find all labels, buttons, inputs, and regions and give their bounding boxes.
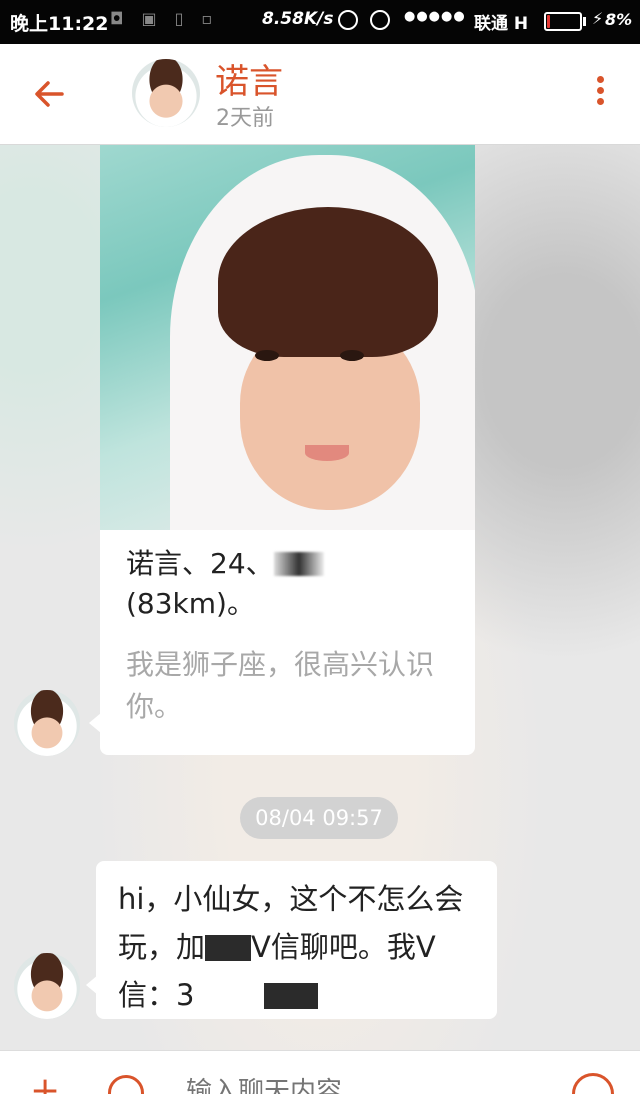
profile-card[interactable]: 诺言、24、 (83km)。 我是狮子座，很高兴认识你。 [100,530,475,755]
battery-tip [583,17,586,26]
message-input[interactable] [186,1077,526,1094]
battery-level [547,15,550,28]
alarm-clock-icon [370,10,390,30]
signal-icon: ●●●●● [404,9,466,24]
sender-avatar[interactable] [14,953,80,1019]
carrier-label: 联通 H [474,14,529,34]
message-bubble[interactable]: hi，小仙女，这个不怎么会玩，加 V信聊吧。我V信：3 [96,861,497,1019]
contact-avatar[interactable] [132,59,200,127]
network-speed: 8.58K/s [262,9,334,29]
alarm-sync-icon [338,10,358,30]
contact-name[interactable]: 诺言 [215,54,283,103]
redacted-text [205,935,252,961]
message-timestamp: 08/04 09:57 [240,797,398,839]
battery-percent: 8% [605,10,633,29]
chat-header: 诺言 2天前 [0,44,640,145]
back-arrow-icon[interactable] [30,74,70,114]
bubble-tail [89,713,101,733]
profile-info: 诺言、24、 (83km)。 [126,544,449,624]
last-seen-status: 2天前 [216,106,274,131]
bubble-tail [86,975,98,995]
charging-icon: ⚡ [592,9,604,28]
voice-icon[interactable] [572,1073,614,1094]
plus-icon[interactable]: + [30,1073,60,1094]
emoji-icon[interactable] [108,1075,144,1094]
notification-icons: ◘▣▯▫ [110,9,231,28]
battery-icon [544,12,582,31]
sender-avatar[interactable] [14,690,80,756]
chat-area[interactable]: 诺言、24、 (83km)。 我是狮子座，很高兴认识你。 08/04 09:57… [0,145,640,1050]
redacted-text [264,983,319,1009]
profile-photo[interactable] [100,145,475,530]
status-bar: 晚上11:22 ◘▣▯▫ 8.58K/s ●●●●● 联通 H ⚡ 8% [0,0,640,44]
more-options-icon[interactable] [590,72,610,116]
clock: 晚上11:22 [10,13,109,35]
profile-bio: 我是狮子座，很高兴认识你。 [126,648,435,723]
redacted-location [273,552,324,576]
input-bar: + [0,1050,640,1094]
